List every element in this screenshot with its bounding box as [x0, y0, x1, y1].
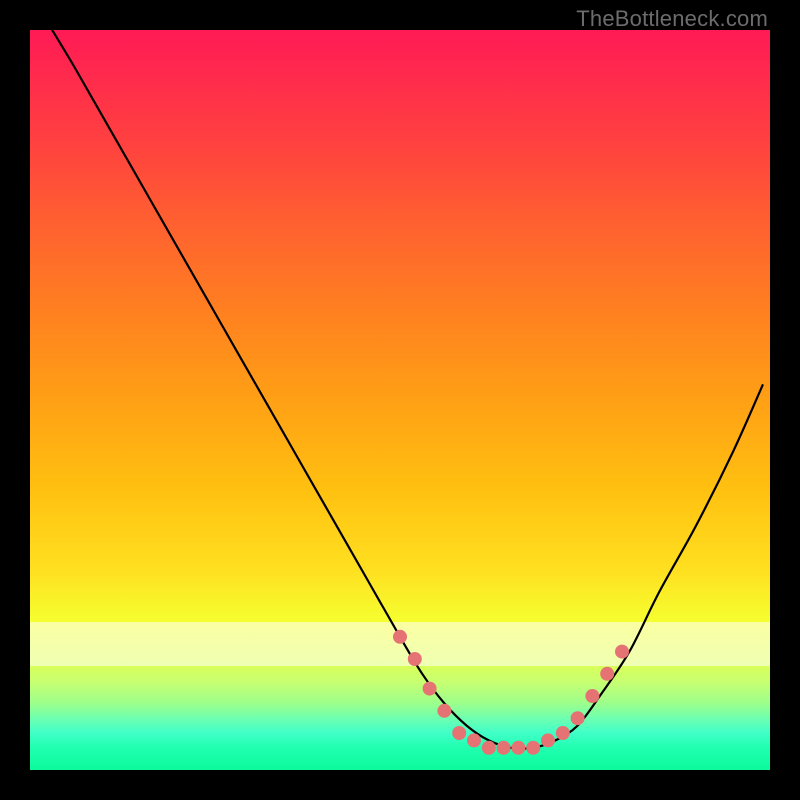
- plot-area: [30, 30, 770, 770]
- fit-point: [541, 733, 555, 747]
- chart-canvas: TheBottleneck.com: [0, 0, 800, 800]
- fit-point: [556, 726, 570, 740]
- watermark-text: TheBottleneck.com: [576, 6, 768, 32]
- fit-point: [571, 711, 585, 725]
- bottleneck-curve: [52, 30, 762, 749]
- fit-point: [511, 741, 525, 755]
- fit-point: [585, 689, 599, 703]
- fit-point: [423, 682, 437, 696]
- fit-point: [467, 733, 481, 747]
- fit-point: [526, 741, 540, 755]
- fit-point: [497, 741, 511, 755]
- fit-point: [482, 741, 496, 755]
- fit-point: [452, 726, 466, 740]
- fit-point: [615, 645, 629, 659]
- chart-svg: [30, 30, 770, 770]
- fit-point: [437, 704, 451, 718]
- fit-point: [600, 667, 614, 681]
- fit-point: [393, 630, 407, 644]
- fit-points-group: [393, 630, 629, 755]
- fit-point: [408, 652, 422, 666]
